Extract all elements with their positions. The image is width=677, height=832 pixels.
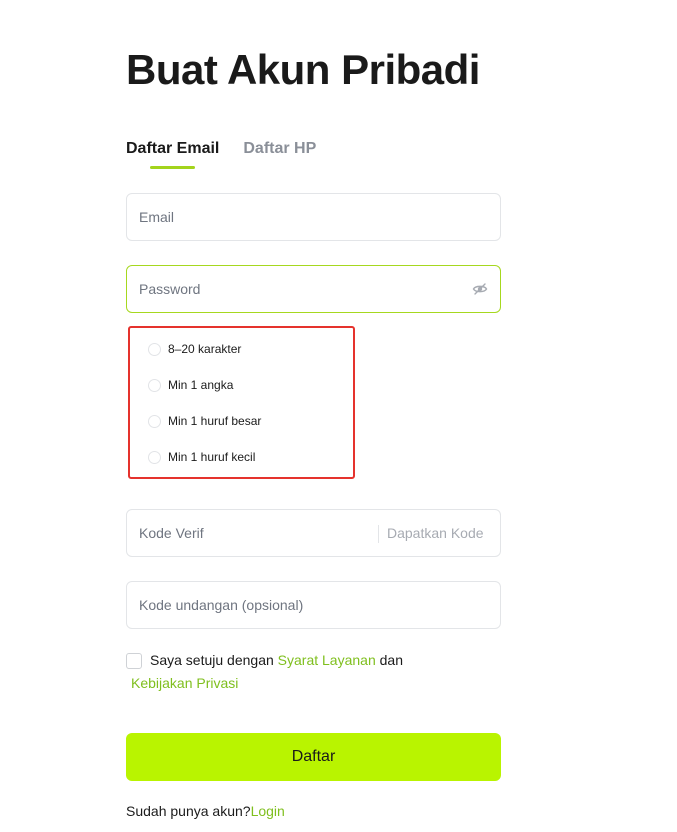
password-rule-uppercase: Min 1 huruf besar (148, 414, 261, 428)
agreement-prefix: Saya setuju dengan (150, 652, 278, 668)
tab-phone-label: Daftar HP (243, 140, 317, 157)
rule-status-circle-icon (148, 450, 161, 464)
rule-label: Min 1 huruf kecil (168, 450, 256, 464)
password-rule-length: 8–20 karakter (148, 342, 241, 356)
rule-status-circle-icon (148, 342, 161, 356)
verify-code-field-container: Dapatkan Kode (126, 509, 501, 557)
agree-checkbox[interactable] (126, 653, 142, 669)
invite-code-field-container (126, 581, 501, 629)
tab-email-label: Daftar Email (126, 140, 220, 157)
email-field-container (126, 193, 501, 241)
password-requirements-box: 8–20 karakter Min 1 angka Min 1 huruf be… (128, 326, 355, 479)
password-field-container (126, 265, 501, 313)
invite-code-input[interactable] (139, 582, 489, 628)
login-prompt: Sudah punya akun?Login (126, 803, 285, 819)
rule-label: 8–20 karakter (168, 342, 242, 356)
rule-status-circle-icon (148, 378, 161, 392)
password-rule-lowercase: Min 1 huruf kecil (148, 450, 255, 464)
get-code-button[interactable]: Dapatkan Kode (387, 510, 484, 556)
register-page: Buat Akun Pribadi Daftar Email Daftar HP… (0, 0, 677, 832)
page-title: Buat Akun Pribadi (126, 46, 480, 93)
rule-label: Min 1 angka (168, 378, 234, 392)
password-input[interactable] (139, 266, 459, 312)
active-tab-indicator (150, 166, 195, 169)
login-link[interactable]: Login (251, 803, 285, 819)
agreement-text: Saya setuju dengan Syarat Layanan dan (150, 649, 403, 672)
register-tabs: Daftar Email Daftar HP (126, 140, 316, 169)
privacy-link[interactable]: Kebijakan Privasi (131, 672, 238, 695)
field-divider (378, 525, 379, 543)
email-input[interactable] (139, 194, 489, 240)
register-button[interactable]: Daftar (126, 733, 501, 781)
login-prompt-text: Sudah punya akun? (126, 803, 251, 819)
verify-code-input[interactable] (139, 510, 359, 556)
rule-status-circle-icon (148, 414, 161, 428)
password-rule-digit: Min 1 angka (148, 378, 233, 392)
terms-link[interactable]: Syarat Layanan (278, 652, 376, 668)
rule-label: Min 1 huruf besar (168, 414, 262, 428)
tab-phone[interactable]: Daftar HP (243, 140, 316, 158)
tab-email[interactable]: Daftar Email (126, 140, 220, 169)
agreement-conjunction: dan (375, 652, 403, 668)
eye-slash-icon[interactable] (472, 281, 488, 297)
